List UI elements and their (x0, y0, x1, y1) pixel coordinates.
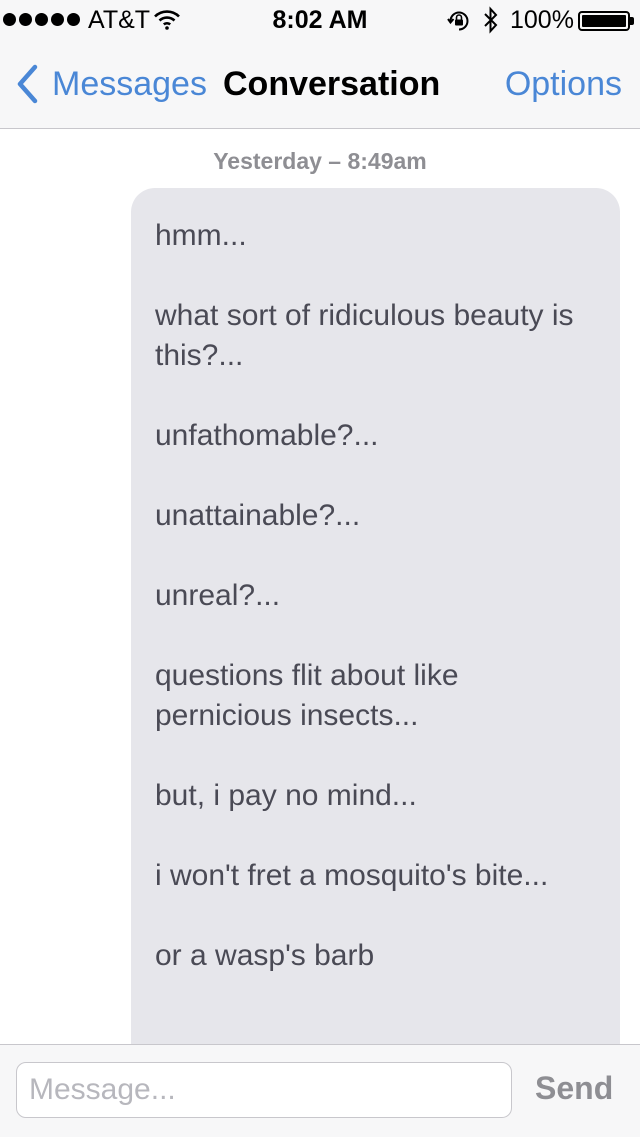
back-button-label: Messages (52, 65, 207, 103)
rotation-lock-icon (447, 9, 471, 40)
send-button[interactable]: Send (535, 1070, 613, 1107)
received-message-bubble: hmm... what sort of ridiculous beauty is… (131, 188, 620, 1088)
options-button[interactable]: Options (505, 64, 622, 104)
message-timestamp: Yesterday – 8:49am (213, 148, 427, 174)
message-line: what sort of ridiculous beauty is this?.… (155, 299, 574, 372)
message-line: hmm... (155, 219, 247, 252)
navigation-bar: Messages Conversation Options (0, 40, 640, 128)
message-line: unreal?... (155, 579, 281, 612)
message-line: unfathomable?... (155, 419, 379, 452)
battery-percentage: 100% (510, 6, 574, 34)
chevron-left-icon (17, 64, 38, 104)
message-line: i won't fret a mosquito's bite... (155, 859, 549, 892)
compose-bar: Send (0, 1044, 640, 1137)
battery-level-fill (582, 15, 626, 27)
status-bar: AT&T 8:02 AM 100% (0, 0, 640, 40)
message-line: but, i pay no mind... (155, 779, 417, 812)
message-line: unattainable?... (155, 499, 361, 532)
back-button[interactable]: Messages (16, 64, 207, 104)
message-line: questions flit about like pernicious ins… (155, 659, 459, 732)
bluetooth-icon (483, 6, 499, 41)
message-input[interactable] (16, 1062, 512, 1118)
battery-icon (578, 11, 634, 31)
message-line: or a wasp's barb (155, 939, 375, 972)
top-bar: AT&T 8:02 AM 100% Messages Conversation … (0, 0, 640, 129)
page-title: Conversation (223, 65, 441, 103)
